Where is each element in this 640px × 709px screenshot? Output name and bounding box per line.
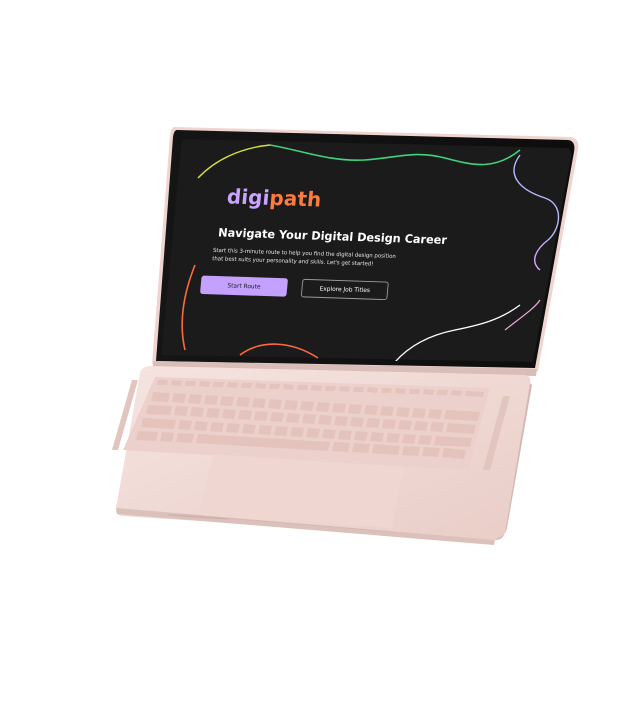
screen-ui: digipath Navigate Your Digital Design Ca… <box>180 137 560 370</box>
logo-digi: digi <box>225 185 271 211</box>
page-headline: Navigate Your Digital Design Career <box>217 225 448 247</box>
intro-description: Start this 3-minute route to help you fi… <box>211 247 397 268</box>
laptop-mockup-scene: digipath Navigate Your Digital Design Ca… <box>0 0 640 705</box>
start-route-button[interactable]: Start Route <box>199 275 289 297</box>
logo-path: path <box>268 187 323 213</box>
explore-job-titles-button[interactable]: Explore Job Titles <box>300 278 389 301</box>
digipath-logo[interactable]: digipath <box>226 186 323 212</box>
